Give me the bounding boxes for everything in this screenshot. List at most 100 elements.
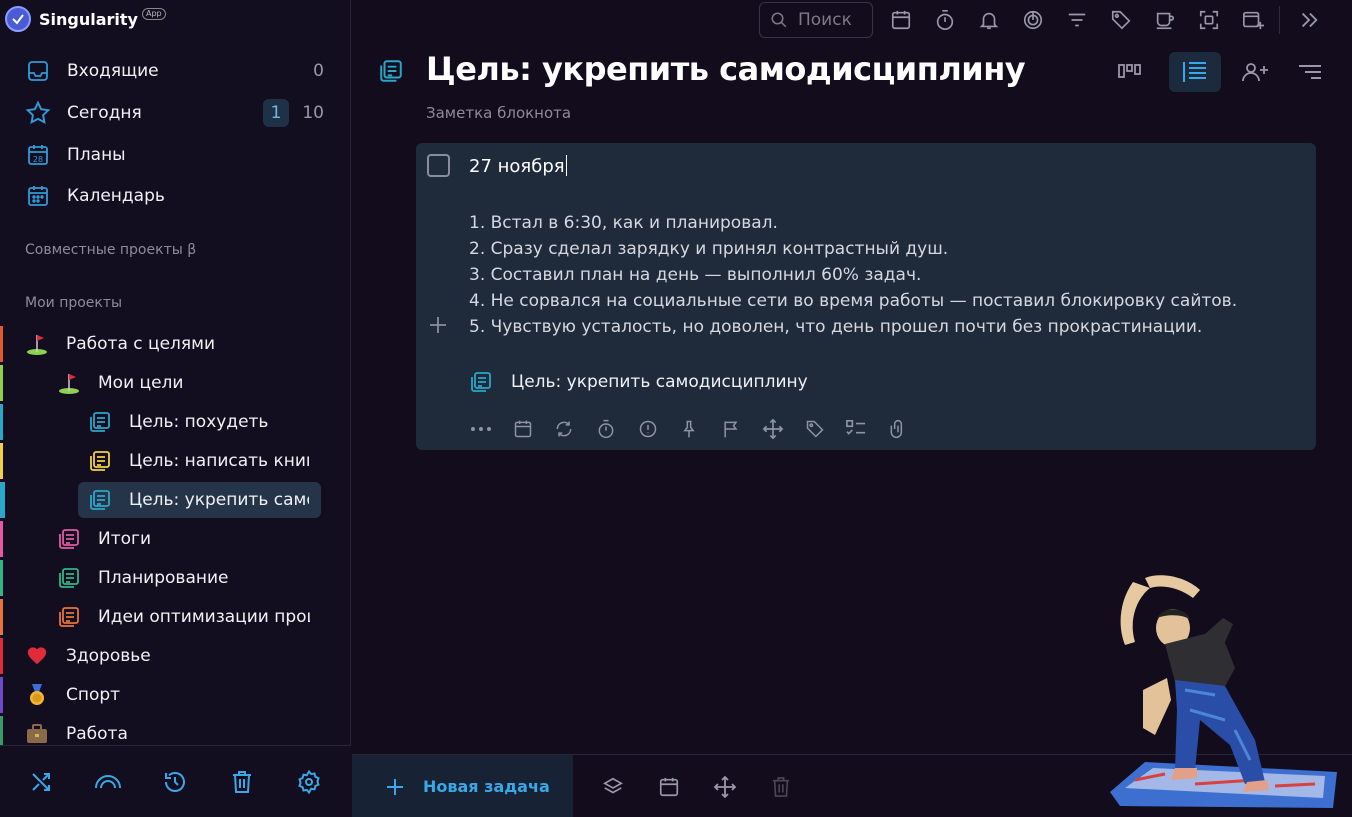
- trash-icon[interactable]: [768, 774, 794, 800]
- project-label: Работа с целями: [66, 334, 216, 354]
- project-label: Итоги: [98, 529, 152, 549]
- kanban-view-icon[interactable]: [1104, 52, 1156, 92]
- flag-icon[interactable]: [719, 417, 743, 441]
- collapse-panel-icon[interactable]: [1295, 6, 1323, 34]
- golf-flag-icon: [56, 370, 82, 396]
- project-label: Здоровье: [66, 646, 151, 666]
- sidebar: Singularity App Входящие 0 Сегодня 1 10 …: [0, 0, 351, 817]
- project-goal-lose-weight[interactable]: Цель: похудеть: [87, 404, 321, 440]
- nav-inbox[interactable]: Входящие 0: [24, 55, 329, 87]
- shuffle-icon[interactable]: [25, 766, 57, 798]
- project-color-bar: [0, 443, 3, 479]
- project-goal-self-discipline[interactable]: Цель: укрепить само: [78, 482, 321, 518]
- section-shared-projects[interactable]: Совместные проекты β: [25, 242, 196, 258]
- task-toolbar: [469, 417, 928, 441]
- project-label: Цель: написать книг: [129, 451, 309, 471]
- coffee-break-icon[interactable]: [1151, 6, 1179, 34]
- nav-count: 10: [302, 103, 324, 123]
- note-line: 1. Встал в 6:30, как и планировал.: [469, 213, 778, 233]
- checklist-icon[interactable]: [844, 417, 868, 441]
- project-color-bar: [0, 482, 5, 518]
- rainbow-icon[interactable]: [92, 766, 124, 798]
- move-icon[interactable]: [712, 774, 738, 800]
- page-title[interactable]: Цель: укрепить самодисциплину: [426, 50, 1026, 88]
- move-icon[interactable]: [761, 417, 785, 441]
- task-title-input[interactable]: 27 ноября: [469, 155, 567, 177]
- nav-calendar[interactable]: Календарь: [24, 180, 329, 212]
- tag-icon[interactable]: [803, 417, 827, 441]
- add-block-plus-icon[interactable]: [428, 315, 448, 335]
- stretching-person-illustration: [1105, 570, 1345, 810]
- project-planning[interactable]: Планирование: [56, 560, 324, 596]
- project-color-bar: [0, 521, 3, 557]
- tag-icon[interactable]: [1107, 6, 1135, 34]
- task-project-link[interactable]: Цель: укрепить самодисциплину: [469, 369, 808, 395]
- list-view-icon[interactable]: [1169, 52, 1221, 92]
- calendar-icon[interactable]: [656, 774, 682, 800]
- toolbar-divider: [1279, 6, 1280, 34]
- task-project-label: Цель: укрепить самодисциплину: [511, 372, 808, 392]
- project-sport[interactable]: Спорт: [24, 677, 324, 713]
- project-color-bar: [0, 560, 3, 596]
- stopwatch-icon[interactable]: [931, 6, 959, 34]
- new-task-button[interactable]: Новая задача: [352, 755, 573, 817]
- calendar-icon[interactable]: [511, 417, 535, 441]
- nav-today[interactable]: Сегодня 1 10: [24, 97, 329, 129]
- notebook-note-icon: [378, 58, 406, 86]
- app-window: Singularity App Входящие 0 Сегодня 1 10 …: [0, 0, 1352, 817]
- nav-plans[interactable]: 28 Планы: [24, 139, 329, 171]
- pin-icon[interactable]: [677, 417, 701, 441]
- top-toolbar: Поиск: [352, 0, 1352, 40]
- project-goal-write-book[interactable]: Цель: написать книг: [87, 443, 321, 479]
- app-badge: App: [141, 8, 166, 20]
- star-icon: [24, 99, 52, 127]
- task-notes[interactable]: 1. Встал в 6:30, как и планировал. 2. Ср…: [469, 210, 1289, 340]
- more-icon[interactable]: [469, 417, 493, 441]
- history-icon[interactable]: [159, 766, 191, 798]
- project-work-with-goals[interactable]: Работа с целями: [24, 326, 324, 362]
- task-checkbox[interactable]: [427, 154, 450, 177]
- repeat-icon[interactable]: [552, 417, 576, 441]
- filter-icon[interactable]: [1063, 6, 1091, 34]
- search-icon: [770, 11, 788, 29]
- heart-icon: [24, 643, 50, 669]
- project-color-bar: [0, 404, 3, 440]
- sort-menu-icon[interactable]: [1284, 52, 1336, 92]
- note-line: 3. Составил план на день — выполнил 60% …: [469, 265, 922, 285]
- calendar-icon[interactable]: [887, 6, 915, 34]
- note-line: 4. Не сорвался на социальные сети во вре…: [469, 291, 1238, 311]
- trash-icon[interactable]: [226, 766, 258, 798]
- inbox-icon: [24, 57, 52, 85]
- bell-icon[interactable]: [975, 6, 1003, 34]
- project-my-goals[interactable]: Мои цели: [56, 365, 324, 401]
- focus-timer-icon[interactable]: [1019, 6, 1047, 34]
- app-brand[interactable]: Singularity App: [5, 5, 166, 33]
- note-icon: [56, 565, 82, 591]
- project-label: Цель: похудеть: [129, 412, 269, 432]
- scan-icon[interactable]: [1195, 6, 1223, 34]
- project-color-bar: [0, 365, 3, 401]
- attachment-icon[interactable]: [886, 417, 910, 441]
- project-results[interactable]: Итоги: [56, 521, 324, 557]
- task-card[interactable]: 27 ноября 1. Встал в 6:30, как и планиро…: [416, 143, 1316, 450]
- note-icon: [56, 604, 82, 630]
- project-optimization-ideas[interactable]: Идеи оптимизации проц: [56, 599, 324, 635]
- app-name: Singularity: [39, 9, 138, 29]
- nav-count: 0: [313, 61, 324, 81]
- project-health[interactable]: Здоровье: [24, 638, 324, 674]
- note-icon: [87, 448, 113, 474]
- add-user-icon[interactable]: [1229, 52, 1281, 92]
- golf-flag-icon: [24, 331, 50, 357]
- search-placeholder: Поиск: [798, 10, 852, 30]
- search-box[interactable]: Поиск: [759, 2, 873, 38]
- add-window-icon[interactable]: [1239, 6, 1267, 34]
- settings-icon[interactable]: [293, 766, 325, 798]
- page-subtitle: Заметка блокнота: [426, 104, 572, 122]
- section-my-projects[interactable]: Мои проекты: [25, 295, 122, 311]
- layers-icon[interactable]: [600, 774, 626, 800]
- project-color-bar: [0, 677, 3, 713]
- priority-icon[interactable]: [636, 417, 660, 441]
- sidebar-footer: [0, 745, 351, 817]
- project-label: Мои цели: [98, 373, 184, 393]
- stopwatch-icon[interactable]: [594, 417, 618, 441]
